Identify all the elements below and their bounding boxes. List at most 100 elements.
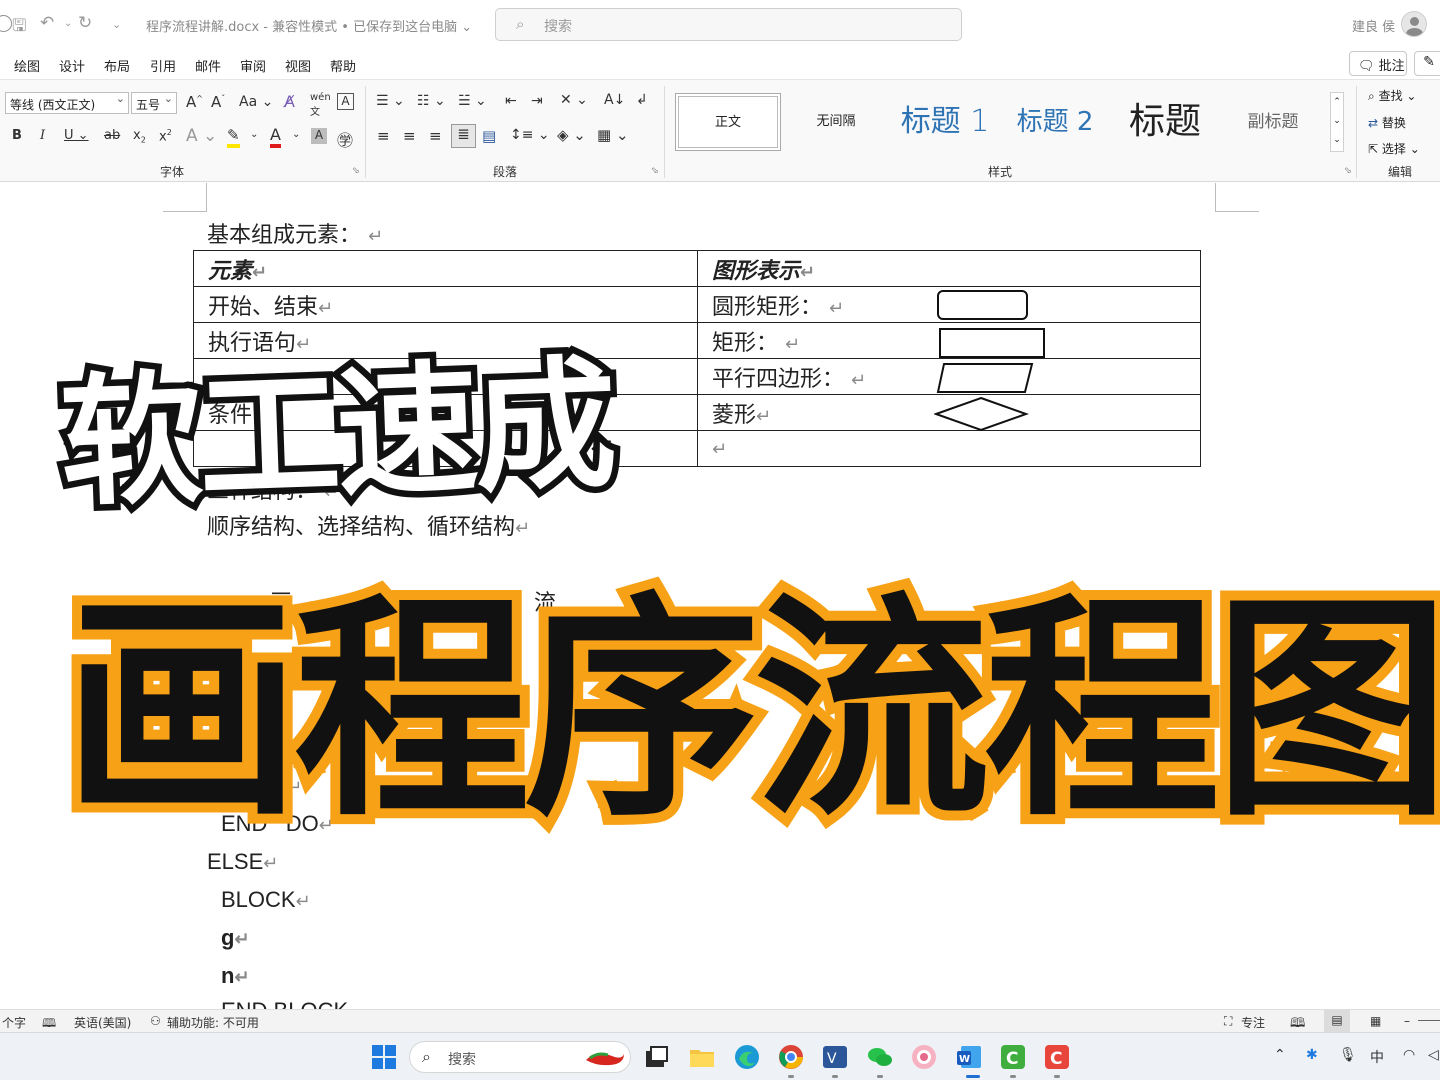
visual-studio-icon[interactable]: V bbox=[821, 1043, 849, 1071]
user-name[interactable]: 建良 侯 bbox=[1352, 16, 1395, 35]
game-app-icon[interactable] bbox=[910, 1043, 938, 1071]
change-case-icon[interactable]: Aa ⌄ bbox=[239, 94, 273, 110]
word-app-icon[interactable]: W bbox=[955, 1043, 983, 1071]
align-left-icon[interactable]: ≡ bbox=[377, 127, 390, 145]
select-button[interactable]: ⇱ 选择 ⌄ bbox=[1368, 140, 1420, 157]
chrome-browser-icon[interactable] bbox=[777, 1043, 805, 1071]
tab-draw[interactable]: 绘图 bbox=[14, 56, 40, 75]
italic-icon[interactable]: I bbox=[40, 128, 45, 143]
taskbar-search[interactable]: ⌕ 搜索 bbox=[409, 1041, 631, 1073]
undo-icon[interactable]: ↶ bbox=[40, 13, 54, 33]
highlight-dropdown-icon[interactable]: ⌄ bbox=[250, 129, 258, 140]
tab-help[interactable]: 帮助 bbox=[330, 56, 356, 75]
justify-icon[interactable]: ≣ bbox=[451, 124, 476, 148]
styles-up-icon[interactable]: ⌃ bbox=[1331, 93, 1343, 112]
strikethrough-icon[interactable]: ab bbox=[104, 128, 120, 143]
sort-icon[interactable]: A↓ bbox=[604, 92, 625, 108]
zoom-slider[interactable] bbox=[1418, 1020, 1440, 1021]
web-layout-icon[interactable]: ▦ bbox=[1370, 1014, 1381, 1028]
bluetooth-icon[interactable]: ✱ bbox=[1306, 1047, 1318, 1063]
style-no-spacing[interactable]: 无间隔 bbox=[783, 93, 889, 151]
underline-icon[interactable]: U ⌄ bbox=[64, 128, 89, 143]
accessibility-icon[interactable]: ⚇ bbox=[150, 1014, 161, 1028]
superscript-icon[interactable]: x2 bbox=[159, 128, 172, 144]
windows-start-icon[interactable] bbox=[370, 1043, 398, 1071]
wechat-icon[interactable] bbox=[866, 1043, 894, 1071]
comment-button[interactable]: 🗨 批注 bbox=[1349, 51, 1407, 76]
multilevel-list-icon[interactable]: ☱ ⌄ bbox=[458, 93, 487, 109]
styles-scrollbar[interactable]: ⌃ ⌄ ⌄ bbox=[1330, 92, 1344, 152]
ime-indicator[interactable]: 中 bbox=[1370, 1047, 1384, 1067]
style-heading-1[interactable]: 标题 1 bbox=[892, 93, 998, 151]
tab-design[interactable]: 设计 bbox=[59, 56, 85, 75]
microphone-icon[interactable]: 🎙 bbox=[1339, 1047, 1357, 1063]
bold-icon[interactable]: B bbox=[12, 128, 22, 143]
chinese-layout-icon[interactable]: ✕ ⌄ bbox=[560, 92, 588, 108]
avatar[interactable] bbox=[1401, 11, 1427, 37]
wifi-icon[interactable]: ◠ bbox=[1403, 1047, 1415, 1063]
font-color-icon[interactable]: A bbox=[270, 125, 281, 148]
font-color-dropdown-icon[interactable]: ⌄ bbox=[292, 129, 300, 140]
task-view-icon[interactable] bbox=[642, 1043, 670, 1071]
align-center-icon[interactable]: ≡ bbox=[403, 127, 416, 145]
style-title[interactable]: 标题 bbox=[1112, 93, 1218, 151]
editing-mode-button[interactable]: ✎ bbox=[1414, 51, 1440, 76]
distributed-icon[interactable]: ▤ bbox=[482, 127, 496, 145]
shrink-font-icon[interactable]: Aˇ bbox=[211, 93, 225, 111]
highlight-icon[interactable]: ✎ bbox=[227, 126, 240, 148]
tab-mailings[interactable]: 邮件 bbox=[195, 56, 221, 75]
tab-layout[interactable]: 布局 bbox=[104, 56, 130, 75]
find-button[interactable]: ⌕ 查找 ⌄ bbox=[1368, 87, 1416, 104]
word-count[interactable]: 个字 bbox=[2, 1014, 26, 1031]
edge-browser-icon[interactable] bbox=[733, 1043, 761, 1071]
zoom-out-icon[interactable]: – bbox=[1404, 1014, 1410, 1028]
tab-view[interactable]: 视图 bbox=[285, 56, 311, 75]
style-heading-2[interactable]: 标题 2 bbox=[1002, 93, 1108, 151]
increase-indent-icon[interactable]: ⇥ bbox=[531, 93, 543, 109]
character-border-icon[interactable]: A bbox=[337, 93, 354, 110]
subscript-icon[interactable]: x2 bbox=[133, 128, 146, 145]
tab-references[interactable]: 引用 bbox=[150, 56, 176, 75]
recorder-app-icon[interactable]: C bbox=[1043, 1043, 1071, 1071]
focus-mode-label[interactable]: 专注 bbox=[1241, 1014, 1265, 1031]
character-shading-icon[interactable]: A bbox=[311, 128, 327, 144]
borders-icon[interactable]: ▦ ⌄ bbox=[597, 126, 629, 144]
replace-button[interactable]: ⇄ 替换 bbox=[1368, 114, 1406, 131]
customize-toolbar-icon[interactable]: ⌄ bbox=[112, 18, 121, 31]
decrease-indent-icon[interactable]: ⇤ bbox=[505, 93, 517, 109]
file-explorer-icon[interactable] bbox=[688, 1043, 716, 1071]
print-layout-icon[interactable]: ▤ bbox=[1324, 1010, 1350, 1032]
redo-icon[interactable]: ↻ bbox=[78, 13, 92, 33]
styles-down-icon[interactable]: ⌄ bbox=[1331, 112, 1343, 131]
shading-icon[interactable]: ◈ ⌄ bbox=[557, 126, 586, 144]
text-effects-icon[interactable]: A ⌄ bbox=[186, 126, 217, 146]
tab-review[interactable]: 审阅 bbox=[240, 56, 266, 75]
font-name-select[interactable]: 等线 (西文正文) bbox=[5, 92, 129, 114]
accessibility-status[interactable]: 辅助功能: 不可用 bbox=[167, 1014, 259, 1031]
font-dialog-launcher-icon[interactable]: ⬂ bbox=[352, 166, 360, 176]
focus-icon[interactable]: ⛶ bbox=[1224, 1014, 1232, 1029]
undo-dropdown-icon[interactable]: ⌄ bbox=[64, 18, 72, 29]
paragraph-dialog-launcher-icon[interactable]: ⬂ bbox=[651, 166, 659, 176]
styles-dialog-launcher-icon[interactable]: ⬂ bbox=[1344, 166, 1352, 176]
volume-icon[interactable]: ◁ bbox=[1428, 1047, 1439, 1063]
document-title[interactable]: 程序流程讲解.docx - 兼容性模式 • 已保存到这台电脑 ⌄ bbox=[146, 16, 472, 35]
styles-more-icon[interactable]: ⌄ bbox=[1331, 131, 1343, 150]
align-right-icon[interactable]: ≡ bbox=[429, 127, 442, 145]
camtasia-icon[interactable]: C bbox=[999, 1043, 1027, 1071]
save-icon[interactable]: 🖫 bbox=[12, 13, 26, 42]
search-input[interactable]: ⌕ 搜索 bbox=[495, 8, 962, 41]
font-size-select[interactable]: 五号 bbox=[131, 92, 177, 114]
phonetic-guide-icon[interactable]: wén 文 bbox=[310, 92, 331, 118]
tray-overflow-icon[interactable]: ⌃ bbox=[1274, 1047, 1286, 1063]
show-marks-icon[interactable]: ↲ bbox=[636, 92, 648, 108]
clear-formatting-icon[interactable]: A̸ bbox=[284, 92, 295, 111]
language-status[interactable]: 英语(美国) bbox=[74, 1014, 131, 1031]
line-spacing-icon[interactable]: ↕≡ ⌄ bbox=[510, 127, 550, 143]
style-normal[interactable]: 正文 bbox=[675, 93, 781, 151]
grow-font-icon[interactable]: A^ bbox=[186, 93, 203, 111]
numbering-icon[interactable]: ☷ ⌄ bbox=[417, 93, 446, 109]
bullets-icon[interactable]: ☰ ⌄ bbox=[376, 93, 405, 109]
style-subtitle[interactable]: 副标题 bbox=[1220, 93, 1326, 151]
enclose-characters-icon[interactable]: ㊫ bbox=[337, 127, 353, 151]
